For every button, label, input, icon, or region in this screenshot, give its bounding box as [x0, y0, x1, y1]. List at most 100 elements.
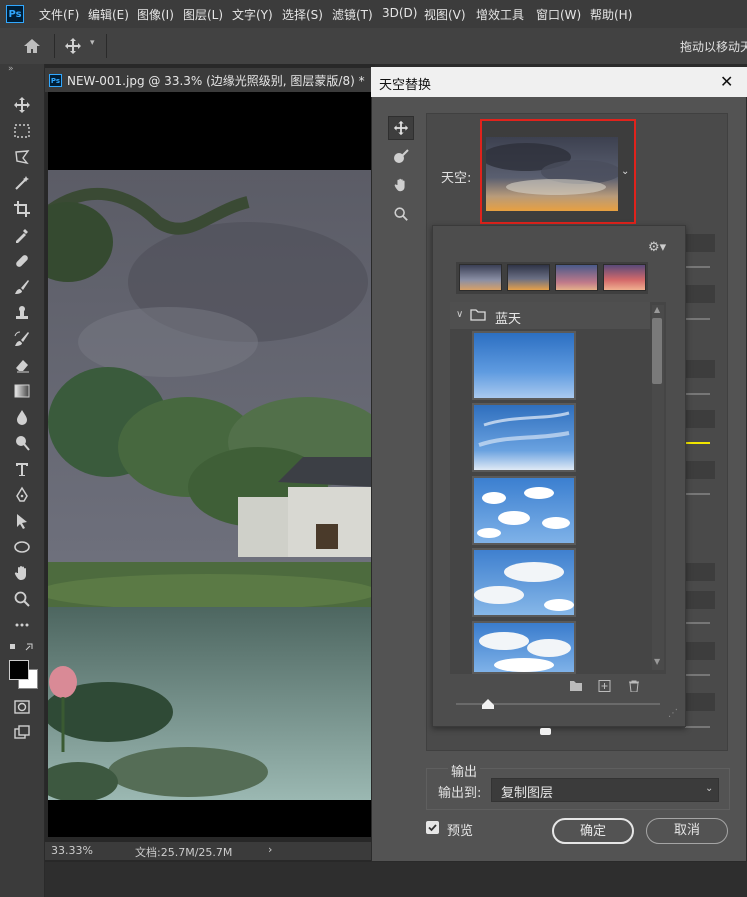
trash-icon[interactable] — [627, 680, 641, 693]
sky-move-tool-icon[interactable] — [388, 116, 414, 140]
value-field[interactable] — [685, 360, 715, 378]
sky-preset-item[interactable] — [472, 403, 576, 472]
more-tools-icon[interactable] — [12, 615, 32, 635]
hand-tool-icon[interactable] — [388, 173, 414, 197]
color-temperature-slider[interactable] — [685, 442, 710, 444]
dodge-tool-icon[interactable] — [12, 433, 32, 453]
sky-preset-item[interactable] — [472, 331, 576, 400]
slider-track[interactable] — [685, 266, 710, 268]
gear-icon[interactable]: ⚙▾ — [648, 240, 666, 255]
move-tool-icon[interactable] — [12, 95, 32, 115]
zoom-tool-icon[interactable] — [12, 589, 32, 609]
menu-image[interactable]: 图像(I) — [137, 6, 174, 23]
recent-sky-thumb[interactable] — [603, 264, 646, 291]
menu-select[interactable]: 选择(S) — [282, 6, 323, 23]
scroll-down-icon[interactable]: ▼ — [654, 657, 660, 666]
thumbnail-size-handle[interactable] — [482, 698, 494, 709]
chevron-down-icon[interactable]: ▾ — [90, 38, 95, 48]
eyedropper-icon[interactable] — [12, 225, 32, 245]
photoshop-logo: Ps — [6, 5, 24, 23]
value-field[interactable] — [685, 285, 715, 303]
eraser-tool-icon[interactable] — [12, 355, 32, 375]
value-field[interactable] — [685, 234, 715, 252]
hand-tool-icon[interactable] — [12, 563, 32, 583]
value-field[interactable] — [685, 642, 715, 660]
close-icon[interactable]: ✕ — [720, 72, 733, 91]
sky-brush-tool-icon[interactable] — [388, 144, 414, 168]
value-field[interactable] — [685, 410, 715, 428]
selected-sky-thumbnail[interactable] — [481, 137, 621, 211]
sky-label: 天空: — [441, 171, 472, 186]
menu-plugins[interactable]: 增效工具 — [476, 6, 524, 23]
recent-sky-thumb[interactable] — [507, 264, 550, 291]
cancel-button[interactable]: 取消 — [646, 818, 728, 844]
collapse-arrows-icon[interactable]: » — [8, 64, 14, 74]
value-field[interactable] — [685, 591, 715, 609]
crop-tool-icon[interactable] — [12, 199, 32, 219]
pen-tool-icon[interactable] — [12, 485, 32, 505]
menu-3d[interactable]: 3D(D) — [382, 6, 417, 20]
sky-preset-item[interactable] — [472, 621, 576, 674]
slider-track[interactable] — [685, 726, 710, 728]
menu-filter[interactable]: 滤镜(T) — [332, 6, 373, 23]
document-canvas[interactable] — [48, 92, 375, 837]
path-selection-icon[interactable] — [12, 511, 32, 531]
ok-button[interactable]: 确定 — [552, 818, 634, 844]
menu-edit[interactable]: 编辑(E) — [88, 6, 129, 23]
menu-type[interactable]: 文字(Y) — [232, 6, 273, 23]
sky-preset-item[interactable] — [472, 476, 576, 545]
magic-wand-icon[interactable] — [12, 173, 32, 193]
bottom-panel-strip — [45, 862, 747, 897]
swap-colors-icon[interactable] — [10, 642, 34, 654]
slider-track[interactable] — [685, 674, 710, 676]
screen-mode-icon[interactable] — [12, 723, 32, 743]
new-folder-icon[interactable] — [569, 680, 583, 692]
healing-brush-icon[interactable] — [12, 251, 32, 271]
preview-checkbox[interactable] — [426, 821, 439, 834]
history-brush-icon[interactable] — [12, 329, 32, 349]
menu-file[interactable]: 文件(F) — [39, 6, 79, 23]
output-to-label: 输出到: — [438, 786, 482, 801]
slider-track[interactable] — [685, 622, 710, 624]
slider-track[interactable] — [685, 318, 710, 320]
dialog-title: 天空替换 — [379, 78, 432, 93]
value-field[interactable] — [685, 461, 715, 479]
quick-mask-icon[interactable] — [12, 697, 32, 717]
add-sky-icon[interactable] — [598, 680, 612, 692]
mode-select[interactable] — [685, 563, 715, 581]
status-menu-arrow[interactable]: › — [268, 843, 272, 856]
type-tool-icon[interactable] — [12, 459, 32, 479]
ellipse-tool-icon[interactable] — [12, 537, 32, 557]
recent-sky-thumb[interactable] — [555, 264, 598, 291]
home-icon[interactable] — [22, 37, 42, 55]
options-divider — [106, 34, 107, 58]
menu-view[interactable]: 视图(V) — [424, 6, 466, 23]
blur-tool-icon[interactable] — [12, 407, 32, 427]
scroll-up-icon[interactable]: ▲ — [654, 305, 660, 314]
menu-layer[interactable]: 图层(L) — [183, 6, 223, 23]
menu-window[interactable]: 窗口(W) — [536, 6, 581, 23]
zoom-level[interactable]: 33.33% — [51, 844, 93, 857]
chevron-down-icon[interactable]: ⌄ — [621, 166, 629, 177]
chevron-down-icon[interactable]: ⌄ — [705, 783, 713, 794]
options-bar — [0, 28, 747, 65]
recent-sky-thumb[interactable] — [459, 264, 502, 291]
chevron-down-icon[interactable]: ∨ — [456, 309, 463, 320]
scrollbar-thumb[interactable] — [652, 318, 662, 384]
foreground-color-swatch[interactable] — [9, 660, 29, 680]
lasso-tool-icon[interactable] — [12, 147, 32, 167]
value-field[interactable] — [685, 693, 715, 711]
move-tool-icon[interactable] — [64, 37, 82, 55]
gradient-tool-icon[interactable] — [12, 381, 32, 401]
zoom-tool-icon[interactable] — [388, 202, 414, 226]
preview-label: 预览 — [447, 824, 474, 839]
folder-name: 蓝天 — [495, 312, 522, 327]
brush-tool-icon[interactable] — [12, 277, 32, 297]
slider-track[interactable] — [685, 493, 710, 495]
slider-track[interactable] — [685, 393, 710, 395]
menu-help[interactable]: 帮助(H) — [590, 6, 632, 23]
resize-grip-icon[interactable]: ⋰ — [668, 708, 678, 719]
marquee-tool-icon[interactable] — [12, 121, 32, 141]
sky-preset-item[interactable] — [472, 548, 576, 617]
stamp-tool-icon[interactable] — [12, 303, 32, 323]
